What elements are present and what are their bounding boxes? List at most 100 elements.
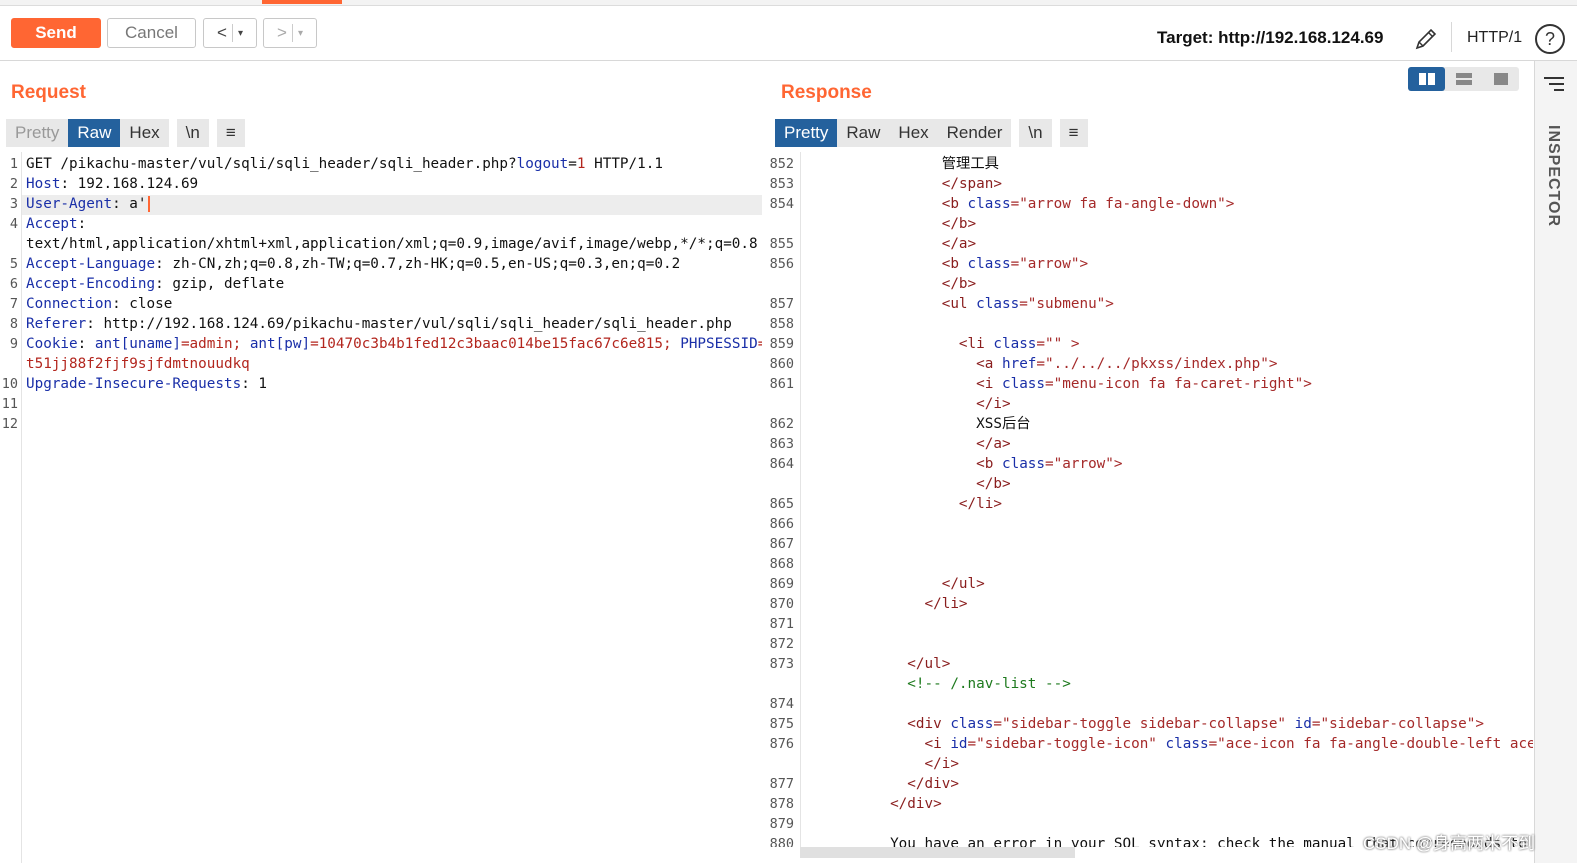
- code-line[interactable]: Accept-Language: zh-CN,zh;q=0.8,zh-TW;q=…: [26, 254, 680, 274]
- tab-render[interactable]: Render: [937, 119, 1012, 147]
- inspector-menu-icon[interactable]: [1541, 74, 1567, 94]
- target-label: Target: http://192.168.124.69: [1157, 28, 1384, 47]
- code-line[interactable]: </b>: [804, 474, 1010, 494]
- code-line[interactable]: <div class="sidebar-toggle sidebar-colla…: [804, 714, 1484, 734]
- tab-hex[interactable]: Hex: [120, 119, 169, 147]
- request-view-tabs: Pretty Raw Hex \n ≡: [6, 119, 245, 147]
- tab-raw[interactable]: Raw: [837, 119, 890, 147]
- code-line[interactable]: Accept-Encoding: gzip, deflate: [26, 274, 284, 294]
- code-line[interactable]: </a>: [804, 434, 1010, 454]
- code-line[interactable]: <b class="arrow">: [804, 454, 1122, 474]
- line-number: 872: [769, 636, 794, 652]
- cancel-button[interactable]: Cancel: [107, 18, 196, 48]
- code-line[interactable]: </div>: [804, 774, 959, 794]
- line-number: 874: [769, 696, 794, 712]
- code-line[interactable]: </span>: [804, 174, 1002, 194]
- code-line[interactable]: <i class="menu-icon fa fa-caret-right">: [804, 374, 1312, 394]
- code-line[interactable]: <li class="" >: [804, 334, 1080, 354]
- active-tab-indicator[interactable]: [262, 0, 342, 4]
- code-line[interactable]: </li>: [804, 594, 968, 614]
- line-number: 876: [769, 736, 794, 752]
- code-line[interactable]: User-Agent: a': [26, 194, 150, 214]
- tab-newline[interactable]: \n: [1019, 119, 1052, 147]
- dropdown-arrow-icon[interactable]: ▾: [298, 28, 303, 39]
- code-line[interactable]: XSS后台: [804, 414, 1030, 434]
- code-line[interactable]: </b>: [804, 274, 976, 294]
- line-number: 854: [769, 196, 794, 212]
- code-line[interactable]: <ul class="submenu">: [804, 294, 1114, 314]
- line-number: 864: [769, 456, 794, 472]
- horizontal-scrollbar[interactable]: [800, 847, 1075, 858]
- line-number: 1: [9, 156, 18, 172]
- code-line[interactable]: <b class="arrow fa fa-angle-down">: [804, 194, 1235, 214]
- code-line[interactable]: <i id="sidebar-toggle-icon" class="ace-i…: [804, 734, 1534, 754]
- response-title: Response: [781, 82, 872, 103]
- code-line[interactable]: </a>: [804, 234, 976, 254]
- line-number: 880: [769, 836, 794, 847]
- line-number: 877: [769, 776, 794, 792]
- line-number: [0, 234, 18, 254]
- dropdown-arrow-icon[interactable]: ▾: [238, 28, 243, 39]
- code-line[interactable]: Cookie: ant[uname]=admin; ant[pw]=10470c…: [26, 334, 762, 354]
- line-number: 875: [769, 716, 794, 732]
- code-line[interactable]: Accept:: [26, 214, 86, 234]
- line-number: [768, 394, 794, 414]
- pencil-edit-icon[interactable]: [1413, 26, 1439, 52]
- line-number: 879: [769, 816, 794, 832]
- line-number: 12: [1, 416, 18, 432]
- tab-hex[interactable]: Hex: [889, 119, 938, 147]
- code-line[interactable]: Host: 192.168.124.69: [26, 174, 198, 194]
- line-number: 859: [769, 336, 794, 352]
- back-button[interactable]: < ▾: [203, 18, 257, 48]
- code-line[interactable]: </ul>: [804, 654, 950, 674]
- code-line[interactable]: Upgrade-Insecure-Requests: 1: [26, 374, 267, 394]
- code-line[interactable]: </li>: [804, 494, 1002, 514]
- request-editor[interactable]: 1 GET /pikachu-master/vul/sqli/sqli_heade…: [0, 152, 762, 863]
- send-button[interactable]: Send: [11, 18, 101, 48]
- line-number: [768, 214, 794, 234]
- line-number: 4: [9, 216, 18, 232]
- code-line[interactable]: Referer: http://192.168.124.69/pikachu-m…: [26, 314, 732, 334]
- single-pane-icon[interactable]: [1482, 67, 1519, 91]
- response-editor[interactable]: 852 管理工具 853 </span> 854 <b class="arrow f…: [768, 152, 1533, 847]
- code-line[interactable]: </i>: [804, 754, 959, 774]
- code-line[interactable]: <b class="arrow">: [804, 254, 1088, 274]
- tab-pretty[interactable]: Pretty: [6, 119, 69, 147]
- tab-raw[interactable]: Raw: [68, 119, 121, 147]
- line-number: 857: [769, 296, 794, 312]
- help-icon[interactable]: ?: [1535, 24, 1565, 54]
- line-number: 867: [769, 536, 794, 552]
- line-number: 8: [9, 316, 18, 332]
- split-vertical-icon[interactable]: [1445, 67, 1482, 91]
- response-view-tabs: Pretty Raw Hex Render \n ≡: [775, 119, 1088, 147]
- code-line[interactable]: </i>: [804, 394, 1010, 414]
- forward-button[interactable]: > ▾: [263, 18, 317, 48]
- tab-pretty[interactable]: Pretty: [775, 119, 838, 147]
- code-line[interactable]: <a href="../../../pkxss/index.php">: [804, 354, 1277, 374]
- line-number: [0, 354, 18, 374]
- line-number: 863: [769, 436, 794, 452]
- tab-newline[interactable]: \n: [176, 119, 209, 147]
- code-line[interactable]: </div>: [804, 794, 942, 814]
- code-line[interactable]: <!-- /.nav-list -->: [804, 674, 1071, 694]
- line-number: 852: [769, 156, 794, 172]
- code-line[interactable]: 管理工具: [804, 154, 999, 174]
- split-horizontal-icon[interactable]: [1408, 67, 1445, 91]
- code-line[interactable]: </ul>: [804, 574, 985, 594]
- code-line[interactable]: text/html,application/xhtml+xml,applicat…: [26, 234, 758, 254]
- code-line[interactable]: </b>: [804, 214, 976, 234]
- line-number: [768, 674, 794, 694]
- line-number: 10: [1, 376, 18, 392]
- line-number: 861: [769, 376, 794, 392]
- code-line[interactable]: t51jj88f2fjf9sjfdmtnouudkq: [26, 354, 250, 374]
- tab-menu[interactable]: ≡: [1059, 119, 1088, 147]
- tab-menu[interactable]: ≡: [216, 119, 245, 147]
- line-number: 7: [9, 296, 18, 312]
- line-number: 866: [769, 516, 794, 532]
- http-version-selector[interactable]: HTTP/1: [1467, 29, 1522, 47]
- code-line[interactable]: Connection: close: [26, 294, 172, 314]
- line-number: [768, 754, 794, 774]
- inspector-label[interactable]: INSPECTOR: [1542, 125, 1562, 227]
- line-number: [768, 474, 794, 494]
- code-line[interactable]: GET /pikachu-master/vul/sqli/sqli_header…: [26, 154, 663, 174]
